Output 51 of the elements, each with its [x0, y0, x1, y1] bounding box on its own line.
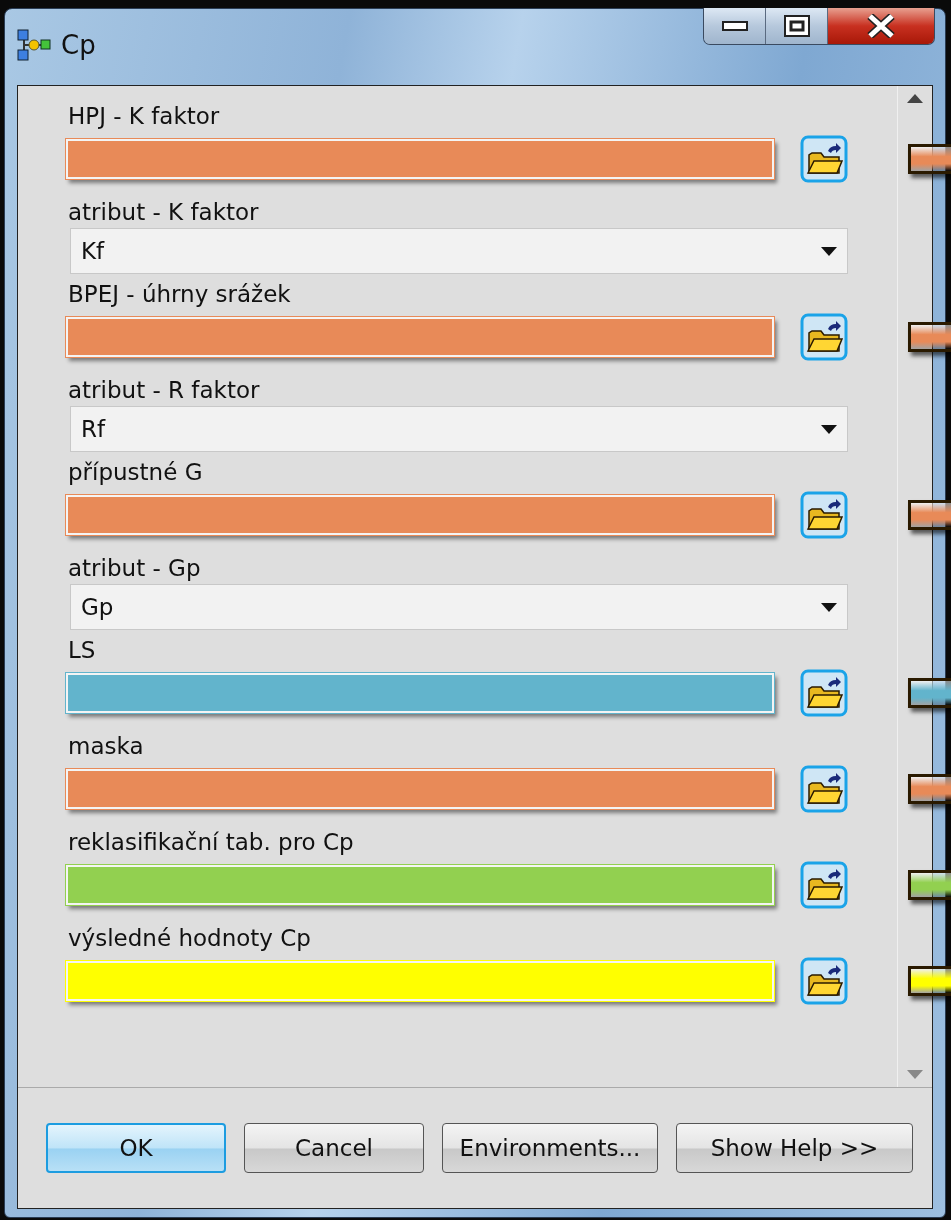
open-folder-icon [800, 491, 848, 539]
open-folder-icon [800, 669, 848, 717]
field-label: reklasifikační tab. pro Cp [68, 828, 355, 856]
open-folder-icon [800, 313, 848, 361]
dropdown-caret-icon [821, 602, 837, 612]
open-folder-icon [800, 765, 848, 813]
open-folder-icon [800, 135, 848, 183]
field-label: atribut - Gp [68, 554, 202, 582]
close-button[interactable] [828, 8, 934, 44]
attribute-dropdown[interactable]: Kf [70, 228, 848, 274]
dialog-button[interactable]: Environments... [442, 1123, 658, 1173]
browse-button[interactable] [800, 491, 848, 539]
open-folder-icon [800, 957, 848, 1005]
dataset-input-field[interactable] [66, 139, 774, 179]
scroll-up-icon[interactable] [907, 94, 923, 103]
minimize-icon [721, 21, 748, 31]
window-title: Cp [61, 30, 96, 60]
dialog-button[interactable]: OK [46, 1123, 226, 1173]
open-folder-icon [800, 861, 848, 909]
field-label: HPJ - K faktor [68, 102, 221, 130]
field-label: přípustné G [68, 458, 204, 486]
dropdown-caret-icon [821, 424, 837, 434]
dialog-button[interactable]: Cancel [244, 1123, 424, 1173]
maximize-button[interactable] [766, 8, 828, 44]
field-label: výsledné hodnoty Cp [68, 924, 312, 952]
dataset-input-field[interactable] [66, 961, 774, 1001]
field-label: LS [68, 636, 97, 664]
attribute-dropdown[interactable]: Gp [70, 584, 848, 630]
browse-button[interactable] [800, 957, 848, 1005]
dataset-input-field[interactable] [66, 865, 774, 905]
field-label: atribut - R faktor [68, 376, 261, 404]
browse-button[interactable] [800, 669, 848, 717]
scroll-down-icon[interactable] [907, 1070, 923, 1079]
browse-button[interactable] [800, 135, 848, 183]
browse-button[interactable] [800, 765, 848, 813]
field-label: BPEJ - úhrny srážek [68, 280, 292, 308]
model-icon [17, 29, 51, 61]
minimize-button[interactable] [704, 8, 766, 44]
field-label: maska [68, 732, 145, 760]
dialog-button[interactable]: Show Help >> [676, 1123, 913, 1173]
dataset-input-field[interactable] [66, 495, 774, 535]
dataset-input-field[interactable] [66, 769, 774, 809]
close-icon [866, 14, 896, 38]
dataset-input-field[interactable] [66, 317, 774, 357]
browse-button[interactable] [800, 313, 848, 361]
attribute-dropdown[interactable]: Rf [70, 406, 848, 452]
field-label: atribut - K faktor [68, 198, 260, 226]
dataset-input-field[interactable] [66, 673, 774, 713]
maximize-icon [783, 15, 810, 37]
browse-button[interactable] [800, 861, 848, 909]
dropdown-caret-icon [821, 246, 837, 256]
